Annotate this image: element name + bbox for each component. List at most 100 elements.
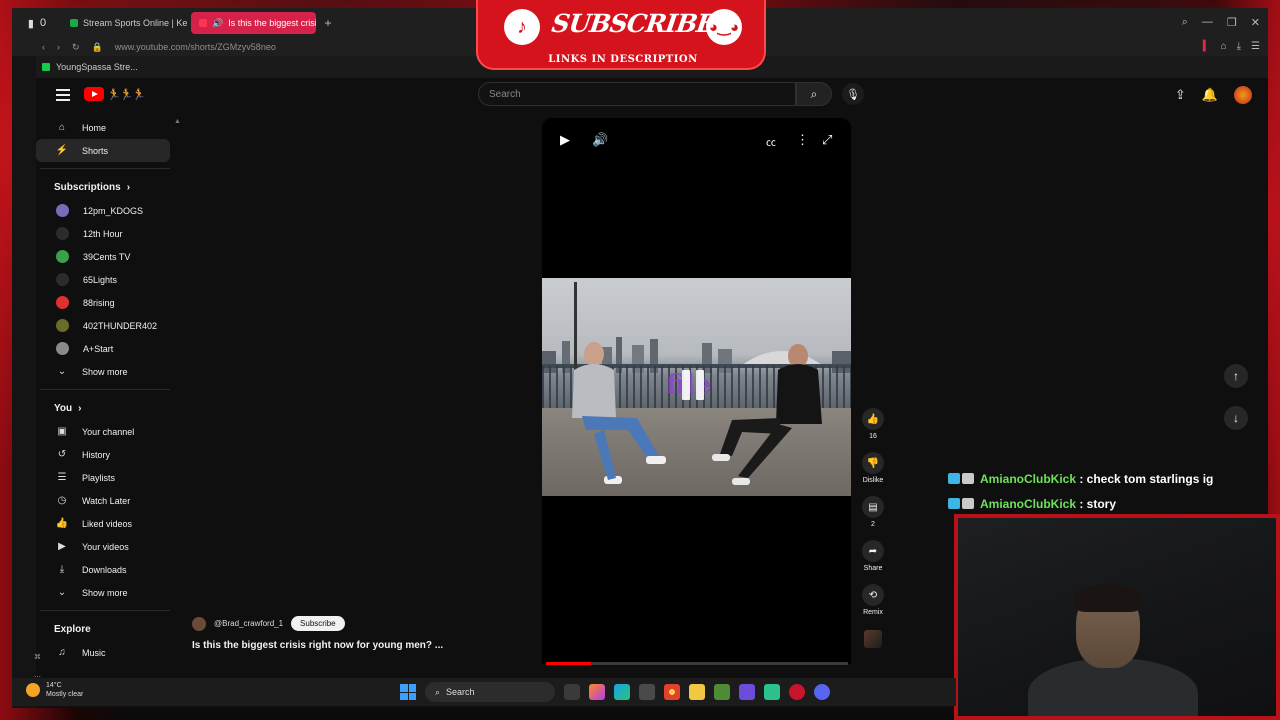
sidebar-item[interactable]: 65Lights — [36, 268, 170, 291]
you-heading[interactable]: You › — [36, 396, 176, 420]
short-title[interactable]: Is this the biggest crisis right now for… — [192, 640, 443, 651]
download-icon[interactable]: ⤓ — [1237, 41, 1241, 52]
sidebar-item-label: Show more — [82, 366, 128, 377]
store-icon[interactable] — [639, 684, 655, 700]
back-icon[interactable]: ‹ — [42, 42, 45, 52]
more-options-icon[interactable]: ⋮ — [796, 132, 809, 148]
copilot-icon[interactable] — [589, 684, 605, 700]
opera-icon[interactable] — [789, 684, 805, 700]
fullscreen-icon[interactable]: ⤢ — [822, 132, 832, 148]
channel-avatar[interactable] — [192, 616, 206, 631]
video-icon: ▶ — [58, 541, 66, 552]
sidebar-icon[interactable]: ⌘ — [34, 648, 41, 668]
browser-tab[interactable]: Stream Sports Online | Ke — [62, 12, 187, 34]
sidebar-item[interactable]: A+Start — [36, 337, 170, 360]
sidebar-item[interactable]: ▶ Your videos — [36, 535, 170, 558]
audio-thumbnail[interactable] — [864, 630, 882, 648]
sidebar-item[interactable]: 12pm_KDOGS — [36, 199, 170, 222]
share-icon[interactable]: ➦ — [862, 540, 884, 562]
thumbs-up-icon[interactable]: 👍 — [862, 408, 884, 430]
sidebar-item[interactable]: 👍 Liked videos — [36, 512, 170, 535]
sidebar-item[interactable]: 402THUNDER402 — [36, 314, 170, 337]
edge-icon[interactable] — [614, 684, 630, 700]
minimize-button[interactable]: — — [1202, 16, 1213, 29]
bookmark-icon[interactable]: ▍ — [1203, 41, 1211, 52]
sidebar-item[interactable]: ☰ Playlists — [36, 466, 170, 489]
app-icon[interactable] — [764, 684, 780, 700]
maximize-button[interactable]: ❐ — [1227, 16, 1237, 29]
remix-icon[interactable]: ⟲ — [862, 584, 884, 606]
task-view-icon[interactable] — [564, 684, 580, 700]
new-tab-button[interactable]: + — [320, 16, 336, 30]
dislike-action[interactable]: 👎 Dislike — [862, 452, 884, 486]
sidebar-item[interactable]: ⤓ Downloads — [36, 558, 170, 581]
url-field[interactable]: www.youtube.com/shorts/ZGMzyv58neo — [115, 42, 276, 52]
play-icon[interactable]: ▶ — [560, 132, 570, 148]
app-icon[interactable] — [739, 684, 755, 700]
comments-action[interactable]: ▤ 2 — [862, 496, 884, 530]
browser-tab-active[interactable]: 🔊 Is this the biggest crisis — [191, 12, 316, 34]
search-tabs-icon[interactable]: ⌕ — [1182, 16, 1188, 29]
captions-icon[interactable]: ㏄ — [766, 134, 776, 149]
forward-icon[interactable]: › — [57, 42, 60, 52]
previous-short-button[interactable]: ↑ — [1224, 364, 1248, 388]
share-label: Share — [863, 565, 883, 572]
sidebar-item[interactable]: 39Cents TV — [36, 245, 170, 268]
sidebar-scroll-up-icon[interactable]: ▲ — [174, 118, 181, 125]
tab-title: Is this the biggest crisis — [228, 18, 316, 28]
comment-icon[interactable]: ▤ — [862, 496, 884, 518]
subscriptions-heading[interactable]: Subscriptions › — [36, 175, 176, 199]
next-short-button[interactable]: ↓ — [1224, 406, 1248, 430]
like-action[interactable]: 👍 16 — [862, 408, 884, 442]
youtube-logo[interactable]: 🏃🏃🏃 — [84, 87, 146, 101]
sidebar-item[interactable]: ♫ Music — [36, 641, 170, 664]
weather-widget[interactable]: 14°C Mostly clear — [26, 681, 83, 699]
shorts-player[interactable]: ▶ 🔊 ㏄ ⋮ ⤢ — [542, 118, 851, 664]
sidebar-item[interactable]: ↺ History — [36, 443, 170, 466]
thumbs-up-icon: 👍 — [55, 518, 69, 529]
voice-search-button[interactable]: 🎙 — [842, 83, 864, 105]
search-icon: ⌕ — [435, 686, 441, 697]
subscribe-button[interactable]: Subscribe — [291, 616, 345, 631]
share-action[interactable]: ➦ Share — [862, 540, 884, 574]
windows-start-icon[interactable] — [400, 684, 416, 700]
kick-favicon-icon — [42, 63, 50, 71]
chevron-down-icon: ⌄ — [57, 587, 67, 598]
show-more-button[interactable]: ⌄ Show more — [36, 360, 170, 383]
youtube-favicon-icon — [199, 19, 207, 27]
search-button[interactable]: ⌕ — [796, 82, 832, 106]
chrome-icon[interactable] — [664, 684, 680, 700]
thumbs-down-icon[interactable]: 👎 — [862, 452, 884, 474]
lock-icon: 🔒 — [91, 41, 103, 52]
remix-action[interactable]: ⟲ Remix — [862, 584, 884, 618]
minecraft-icon[interactable] — [714, 684, 730, 700]
video-progress-bar[interactable] — [546, 662, 848, 665]
sidebar-item[interactable]: 88rising — [36, 291, 170, 314]
sidebar-item[interactable]: ◷ Watch Later — [36, 489, 170, 512]
discord-icon[interactable] — [814, 684, 830, 700]
avatar[interactable] — [1234, 86, 1252, 104]
search-input[interactable]: Search — [478, 82, 796, 106]
reload-icon[interactable]: ↻ — [72, 42, 80, 53]
taskbar-search[interactable]: ⌕ Search — [425, 682, 555, 702]
sidebar-item-home[interactable]: ⌂ Home — [36, 116, 170, 139]
hamburger-menu-icon[interactable] — [56, 89, 70, 101]
sidebar-item[interactable]: 12th Hour — [36, 222, 170, 245]
channel-name[interactable]: @Brad_crawford_1 — [214, 619, 283, 628]
sidebar-item-shorts[interactable]: ⚡ Shorts — [36, 139, 170, 162]
pause-overlay-icon[interactable] — [682, 370, 704, 400]
menu-icon[interactable]: ☰ — [1251, 41, 1260, 52]
file-explorer-icon[interactable] — [689, 684, 705, 700]
video-frame[interactable]: file — [542, 278, 851, 496]
upload-icon[interactable]: ⇪ — [1175, 87, 1186, 103]
tiktok-logo-icon: ♪ — [504, 9, 540, 45]
close-button[interactable]: ✕ — [1251, 16, 1260, 29]
show-more-button[interactable]: ⌄ Show more — [36, 581, 170, 604]
bookmark-item[interactable]: YoungSpassa Stre... — [56, 62, 138, 72]
tab-counter[interactable]: ▮ 0 — [12, 8, 62, 38]
bell-icon[interactable]: 🔔 — [1202, 87, 1218, 103]
account-icon[interactable]: ⌂ — [1221, 41, 1227, 52]
sidebar-item[interactable]: ▣ Your channel — [36, 420, 170, 443]
volume-icon[interactable]: 🔊 — [592, 132, 608, 148]
banner-subtext: LINKS IN DESCRIPTION — [548, 54, 698, 65]
